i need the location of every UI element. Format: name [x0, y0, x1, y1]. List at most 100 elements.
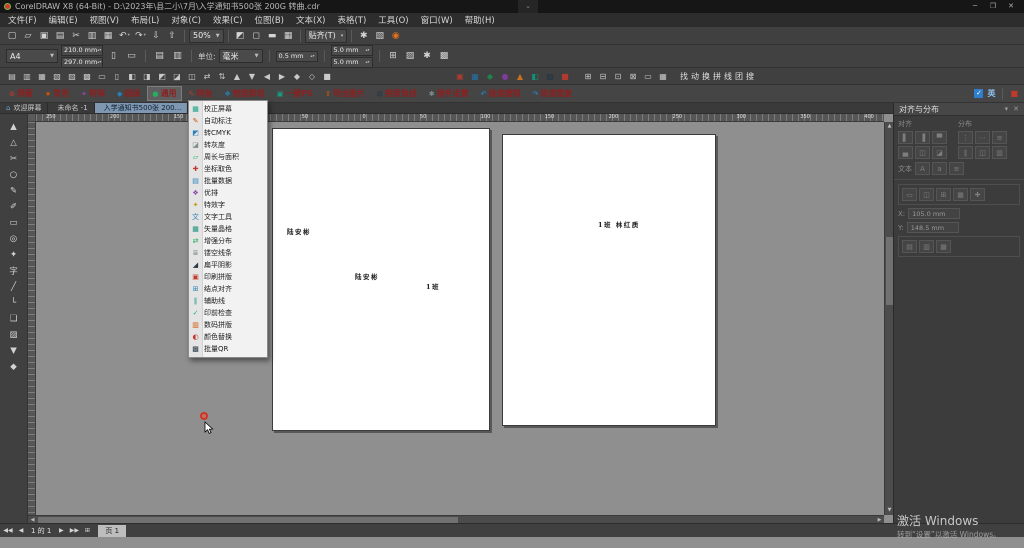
- toolbox-tool[interactable]: ▭: [4, 215, 24, 230]
- plugin-toolbar-icon[interactable]: ◫: [185, 69, 199, 83]
- dropdown-menu-item[interactable]: ▦ 矢量晶格: [189, 223, 267, 235]
- distribute-to-button[interactable]: ▤: [902, 240, 917, 253]
- macro-button[interactable]: ▣一键PS: [272, 86, 318, 101]
- dropdown-menu-item[interactable]: ◪ 转灰度: [189, 139, 267, 151]
- toolbox-tool[interactable]: ✎: [4, 183, 24, 198]
- menu-item[interactable]: 编辑(E): [43, 13, 84, 27]
- toolbar-icon[interactable]: ▥: [85, 28, 100, 43]
- plugin-char-button[interactable]: 拼: [712, 69, 722, 83]
- plugin-toolbar-icon[interactable]: ▼: [245, 69, 259, 83]
- align-to-button[interactable]: ⊞: [936, 188, 951, 201]
- align-button[interactable]: ◪: [932, 146, 947, 159]
- macro-button[interactable]: ✱插件设置: [424, 86, 474, 101]
- plugin-toolbar-icon[interactable]: ◪: [170, 69, 184, 83]
- page-tab[interactable]: 页 1: [98, 525, 126, 537]
- plugin-char-button[interactable]: 找: [679, 69, 689, 83]
- macro-button[interactable]: ⊘屏蔽: [4, 86, 38, 101]
- plugin-toolbar-icon[interactable]: ⇅: [215, 69, 229, 83]
- plugin-toolbar-icon[interactable]: ◨: [140, 69, 154, 83]
- distribute-button[interactable]: ◫: [975, 146, 990, 159]
- macro-button[interactable]: ↷极速重复: [527, 86, 577, 101]
- stepper-icon[interactable]: ▴▾: [366, 48, 370, 52]
- distribute-button[interactable]: ⋮: [958, 131, 973, 144]
- plugin-char-button[interactable]: 换: [701, 69, 711, 83]
- macro-button[interactable]: ✦特殊: [76, 86, 110, 101]
- dropdown-menu-item[interactable]: ⊞ 结点对齐: [189, 283, 267, 295]
- property-bar-icon[interactable]: ▨: [403, 49, 418, 64]
- paper-preset-combo[interactable]: A4▼: [6, 49, 58, 63]
- macro-button[interactable]: ●通用: [147, 86, 181, 101]
- distribute-button[interactable]: ≡: [992, 131, 1007, 144]
- toolbar-icon[interactable]: ↷▾: [133, 28, 148, 43]
- dropdown-menu-item[interactable]: ◩ 转CMYK: [189, 127, 267, 139]
- distribute-button[interactable]: ∥: [958, 146, 973, 159]
- toolbox-tool[interactable]: ✐: [4, 199, 24, 214]
- minimize-button[interactable]: ─: [966, 0, 984, 13]
- dropdown-menu-item[interactable]: ▱ 周长与面积: [189, 151, 267, 163]
- previous-page-button[interactable]: ◀: [16, 527, 26, 534]
- plugin-toolbar-color-icon[interactable]: ▦: [468, 69, 482, 83]
- toolbox-tool[interactable]: ▨: [4, 327, 24, 342]
- macro-button[interactable]: ↶极速撤销: [476, 86, 526, 101]
- close-button[interactable]: ✕: [1002, 0, 1020, 13]
- toolbar-icon[interactable]: ▢: [5, 28, 20, 43]
- plugin-char-button[interactable]: 团: [734, 69, 744, 83]
- toolbox-tool[interactable]: 字: [4, 263, 24, 278]
- titlebar-chevron-icon[interactable]: ⌄: [518, 0, 538, 13]
- menu-item[interactable]: 文件(F): [2, 13, 43, 27]
- plugin-toolbar-icon[interactable]: ▭: [95, 69, 109, 83]
- stepper-icon[interactable]: ▴▾: [97, 48, 101, 52]
- align-to-button[interactable]: ▦: [953, 188, 968, 201]
- menu-item[interactable]: 工具(O): [372, 13, 414, 27]
- plugin-toolbar-icon[interactable]: ◆: [290, 69, 304, 83]
- toolbox-tool[interactable]: △: [4, 135, 24, 150]
- macro-button[interactable]: ◆超级: [112, 86, 145, 101]
- plugin-toolbar-icon[interactable]: ▦: [656, 69, 670, 83]
- horizontal-ruler[interactable]: 250 200 150 100 50 0 50 100 150 200 250 …: [36, 114, 884, 122]
- align-to-button[interactable]: ✚: [970, 188, 985, 201]
- last-page-button[interactable]: ▶▶: [69, 527, 79, 534]
- plugin-toolbar-icon[interactable]: ◀: [260, 69, 274, 83]
- toolbox-tool[interactable]: └: [4, 295, 24, 310]
- toolbox-tool[interactable]: ◎: [4, 231, 24, 246]
- all-pages-button[interactable]: ▤: [152, 49, 167, 64]
- toolbar-icon[interactable]: ↶▾: [117, 28, 132, 43]
- plugin-toolbar-color-icon[interactable]: ■: [558, 69, 572, 83]
- plugin-toolbar-color-icon[interactable]: ▩: [543, 69, 557, 83]
- nudge-distance-field[interactable]: 0.5 mm▴▾: [276, 51, 318, 62]
- toolbox-tool[interactable]: ▼: [4, 343, 24, 358]
- align-button[interactable]: ▌: [898, 131, 913, 144]
- dropdown-menu-item[interactable]: ▩ 批量QR: [189, 343, 267, 355]
- dropdown-menu-item[interactable]: ∥ 辅助线: [189, 295, 267, 307]
- property-bar-icon[interactable]: ⊞: [386, 49, 401, 64]
- dropdown-menu-item[interactable]: ✓ 印前检查: [189, 307, 267, 319]
- plugin-toolbar-icon[interactable]: ▶: [275, 69, 289, 83]
- toolbar-icon[interactable]: ▦: [101, 28, 116, 43]
- plugin-toolbar-icon[interactable]: ▧: [50, 69, 64, 83]
- align-to-button[interactable]: ▭: [902, 188, 917, 201]
- vertical-ruler[interactable]: [28, 122, 36, 515]
- macro-button[interactable]: ⇧导出图片: [320, 86, 370, 101]
- toolbar-icon[interactable]: ▣: [37, 28, 52, 43]
- dropdown-menu-item[interactable]: ✦ 特效字: [189, 199, 267, 211]
- toolbox-tool[interactable]: ✦: [4, 247, 24, 262]
- stepper-icon[interactable]: ▴▾: [366, 60, 370, 64]
- dropdown-menu-item[interactable]: ▤ 批量数据: [189, 175, 267, 187]
- toolbar-icon[interactable]: ▱: [21, 28, 36, 43]
- macro-button[interactable]: ★常用: [40, 86, 74, 101]
- macro-button[interactable]: ❖智能群组: [219, 86, 269, 101]
- vertical-scrollbar[interactable]: ▲ ▼: [884, 122, 893, 515]
- language-checkbox[interactable]: ✓: [974, 89, 983, 98]
- drawing-page-1[interactable]: 陆安彬 陆安彬 1班: [272, 128, 490, 431]
- snap-to-combo[interactable]: 贴齐(T)▾: [305, 29, 348, 43]
- menu-item[interactable]: 效果(C): [207, 13, 249, 27]
- toolbar-icon[interactable]: ◩: [233, 28, 248, 43]
- text-align-button[interactable]: A: [915, 162, 930, 175]
- zoom-level-combo[interactable]: 50%▼: [189, 29, 224, 43]
- text-align-button[interactable]: a: [932, 162, 947, 175]
- plugin-toolbar-icon[interactable]: ▯: [110, 69, 124, 83]
- document-tab[interactable]: 未命名 -1: [48, 103, 94, 113]
- toolbox-tool[interactable]: ▲: [4, 119, 24, 134]
- menu-item[interactable]: 布局(L): [125, 13, 165, 27]
- landscape-button[interactable]: ▭: [124, 49, 139, 64]
